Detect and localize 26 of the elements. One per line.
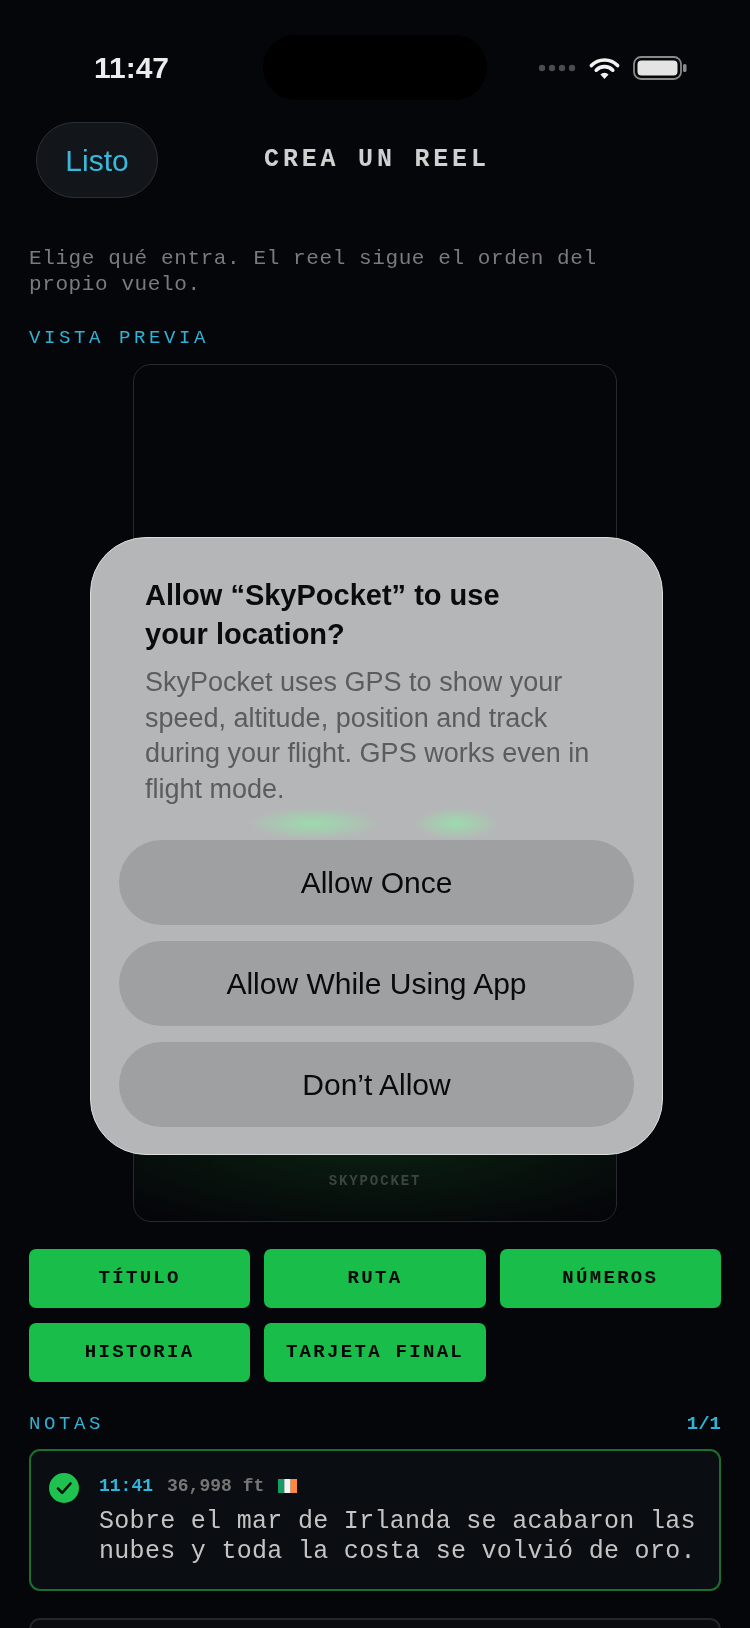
check-icon[interactable] [49,1473,79,1503]
alert-button[interactable]: Allow While Using App [119,941,634,1026]
note-card[interactable]: 11:41 36,998 ft Sobre el mar de Irlanda se acabaron las nubes y toda la costa se volvió de oro. [29,1449,721,1591]
section-toggle[interactable]: RUTA [264,1249,486,1308]
done-button[interactable]: Listo [36,122,158,198]
alert-button[interactable]: Allow Once [119,840,634,925]
section-label: VISTA PREVIA [29,326,211,350]
alert-button[interactable]: Don’t Allow [119,1042,634,1127]
section-toggle[interactable]: TARJETA FINAL [264,1323,486,1382]
note-altitude: 36,998 ft [167,1475,265,1498]
alert-title: Allow “SkyPocket” to use your location? [145,578,501,652]
wifi-icon [588,55,621,80]
note-count: 1/1 [686,1412,721,1436]
section-toggle[interactable]: TÍTULO [29,1249,251,1308]
intro-text: Elige qué entra. El reel sigue el orden del propio vuelo. [29,246,598,298]
screen-title: CREA UN REEL [263,144,490,177]
signal-icon [538,63,576,72]
alert-message: SkyPocket uses GPS to show your speed, altitude, position and track during your flight. GPS works even in flight mode. [145,666,591,806]
note-text: Sobre el mar de Irlanda se acabaron las nubes y toda la costa se volvió de oro. [99,1507,697,1567]
status-time: 11:47 [93,52,170,83]
section-toggle[interactable]: HISTORIA [29,1323,251,1382]
section-toggle[interactable]: NÚMEROS [499,1249,721,1308]
flag-icon [278,1479,298,1493]
note-time: 11:41 [99,1475,153,1498]
section-label: NOTAS [29,1412,104,1436]
battery-icon [633,55,687,80]
